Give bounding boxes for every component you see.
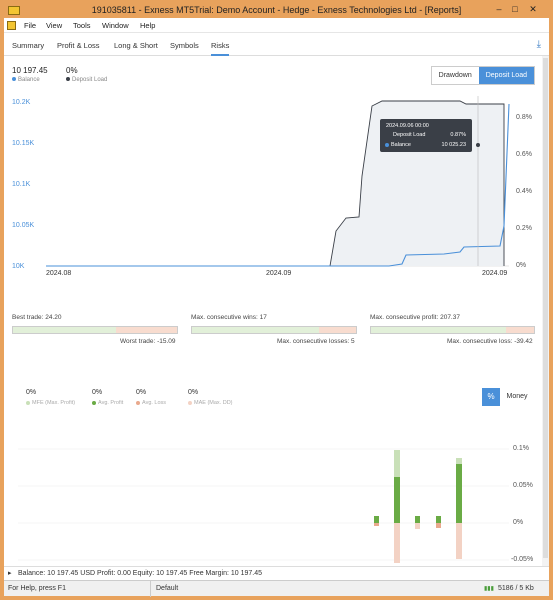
- avg-loss-legend: Avg. Loss: [136, 400, 166, 406]
- account-status-line: ▸ Balance: 10 197.45 USD Profit: 0.00 Eq…: [4, 566, 549, 580]
- status-bar: For Help, press F1 Default ▮▮▮ 5186 / 5 …: [4, 580, 549, 597]
- tab-summary[interactable]: Summary: [12, 41, 44, 50]
- mae-legend: MAE (Max. DD): [188, 400, 233, 406]
- menu-tools[interactable]: Tools: [73, 21, 91, 30]
- tab-risks[interactable]: Risks: [211, 41, 230, 56]
- mae-bar: [456, 523, 462, 559]
- account-summary-text: Balance: 10 197.45 USD Profit: 0.00 Equi…: [18, 570, 262, 577]
- maximize-button[interactable]: □: [507, 4, 523, 14]
- avg-profit-bar: [374, 516, 379, 523]
- tab-symbols[interactable]: Symbols: [170, 41, 199, 50]
- avg-profit-bar: [456, 464, 462, 523]
- balance-deposit-chart: [46, 96, 510, 267]
- download-icon[interactable]: ⤓: [537, 39, 541, 50]
- signal-icon: ▮▮▮: [484, 586, 494, 592]
- menu-file[interactable]: File: [24, 21, 36, 30]
- best-trade-label: Best trade: 24.20: [12, 314, 62, 321]
- wins-losses-bar: [191, 326, 357, 334]
- percent-button[interactable]: %: [482, 388, 500, 406]
- tab-long-short[interactable]: Long & Short: [114, 41, 158, 50]
- menu-bar: File View Tools Window Help: [4, 18, 549, 33]
- help-text: For Help, press F1: [8, 585, 66, 592]
- x-tick: 2024.09: [482, 270, 508, 277]
- avg-profit-bar: [415, 516, 420, 523]
- best-worst-bar: [12, 326, 178, 334]
- mfe-legend: MFE (Max. Profit): [26, 400, 75, 406]
- mfe-y-tick: 0%: [513, 519, 524, 526]
- menu-help[interactable]: Help: [140, 21, 155, 30]
- x-tick: 2024.08: [46, 270, 72, 277]
- risks-panel: 10 197.45 Balance 0% Deposit Load Drawdo…: [4, 56, 549, 566]
- close-button[interactable]: ✕: [525, 4, 541, 15]
- x-tick: 2024.09: [266, 270, 292, 277]
- avg-profit-bar: [436, 516, 441, 523]
- menu-window[interactable]: Window: [102, 21, 129, 30]
- avg-loss-value: 0%: [136, 389, 147, 396]
- main-window: 191035811 - Exness MT5Trial: Demo Accoun…: [0, 0, 553, 600]
- tooltip-balance-value: 10 025.23: [441, 142, 466, 148]
- max-wins-label: Max. consecutive wins: 17: [191, 314, 267, 321]
- max-loss-label: Max. consecutive loss: -39.42: [447, 338, 533, 345]
- mfe-mae-chart: [18, 448, 509, 563]
- window-title: 191035811 - Exness MT5Trial: Demo Accoun…: [91, 5, 462, 15]
- report-tabs: Summary Profit & Loss Long & Short Symbo…: [4, 34, 549, 56]
- minimize-button[interactable]: –: [491, 4, 507, 14]
- mfe-y-tick: 0.1%: [513, 445, 529, 452]
- tooltip-balance-label: Balance: [385, 142, 411, 148]
- vertical-scrollbar[interactable]: [542, 56, 549, 566]
- max-losses-label: Max. consecutive losses: 5: [277, 338, 355, 345]
- menu-view[interactable]: View: [46, 21, 62, 30]
- mfe-bar: [456, 458, 462, 464]
- document-icon: [7, 21, 16, 30]
- title-bar: 191035811 - Exness MT5Trial: Demo Accoun…: [4, 4, 549, 18]
- avg-loss-bar: [436, 523, 441, 528]
- chart-tooltip: 2024.09.06 00:00 Deposit Load 0.87% Bala…: [380, 119, 472, 152]
- mae-value: 0%: [188, 389, 199, 396]
- traffic-text: 5186 / 5 Kb: [498, 585, 534, 592]
- tooltip-deposit-label: Deposit Load: [393, 132, 426, 138]
- money-button[interactable]: Money: [500, 388, 534, 406]
- mfe-y-tick: 0.05%: [513, 482, 533, 489]
- crosshair-point: [476, 143, 480, 147]
- mae-bar: [415, 523, 420, 529]
- tooltip-date: 2024.09.06 00:00: [386, 123, 429, 129]
- tooltip-deposit-value: 0.87%: [450, 132, 466, 138]
- worst-trade-label: Worst trade: -15.09: [120, 338, 176, 345]
- mfe-bar: [394, 450, 400, 477]
- mfe-value: 0%: [26, 389, 37, 396]
- avg-loss-bar: [374, 523, 379, 526]
- scrollbar-thumb[interactable]: [543, 58, 548, 558]
- profit-loss-bar: [370, 326, 535, 334]
- tab-profit-loss[interactable]: Profit & Loss: [57, 41, 100, 50]
- mfe-y-tick: -0.05%: [511, 556, 534, 563]
- max-profit-label: Max. consecutive profit: 207.37: [370, 314, 460, 321]
- avg-profit-bar: [394, 477, 400, 523]
- avg-profit-value: 0%: [92, 389, 103, 396]
- mae-bar: [394, 523, 400, 563]
- mfe-unit-toggle: % Money: [482, 388, 534, 406]
- avg-profit-legend: Avg. Profit: [92, 400, 123, 406]
- profile-name: Default: [156, 585, 179, 592]
- expand-icon[interactable]: ▸: [8, 569, 12, 577]
